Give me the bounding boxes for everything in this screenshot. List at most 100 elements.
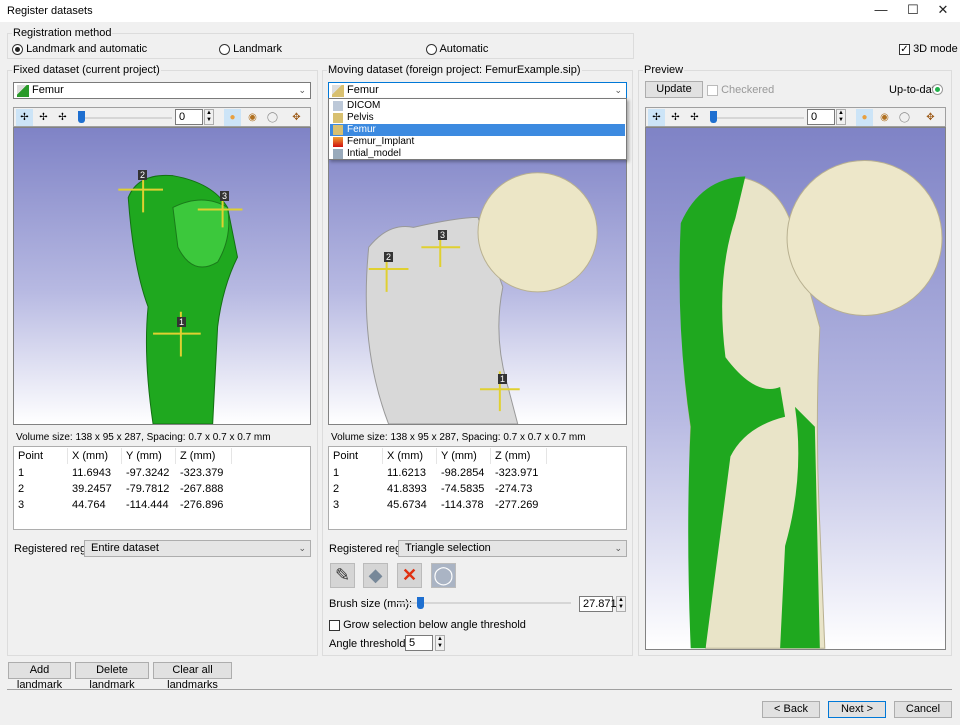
shading-points-icon[interactable]: ◉: [244, 109, 261, 126]
window-title: Register datasets: [7, 5, 93, 17]
delete-landmark-button[interactable]: Delete landmark: [75, 662, 149, 691]
table-cell: 41.8393: [387, 483, 427, 495]
preview-3d-view[interactable]: [645, 127, 946, 650]
table-cell: -277.269: [495, 499, 539, 511]
table-cell: 2: [18, 483, 25, 495]
table-cell: -114.444: [126, 499, 169, 511]
brush-size-slider[interactable]: [417, 597, 425, 609]
shading-wire-icon[interactable]: ◯: [264, 109, 281, 126]
clear-icon[interactable]: ✕: [397, 563, 422, 588]
landmark-label: 2: [138, 170, 148, 180]
add-landmark-button[interactable]: Add landmark: [8, 662, 71, 691]
table-cell: -79.7812: [126, 483, 170, 495]
slice-slider[interactable]: [710, 111, 717, 123]
angle-threshold-spinner[interactable]: ▲ ▼: [435, 635, 445, 651]
table-cell: -98.2854: [441, 467, 485, 479]
dropdown-item-pelvis[interactable]: Pelvis: [330, 112, 625, 124]
status-indicator-icon: [932, 84, 943, 95]
fixed-landmark-table[interactable]: Point X (mm) Y (mm) Z (mm) 1 11.6943 -97.3242…: [13, 446, 311, 530]
cancel-button[interactable]: Cancel: [894, 701, 952, 718]
table-cell: 44.764: [72, 499, 106, 511]
moving-dataset-combo[interactable]: Femur ⌄: [328, 82, 627, 99]
registration-method-label: Registration method: [12, 27, 113, 39]
shading-smooth-icon[interactable]: ●: [224, 109, 241, 126]
3d-mode-checkbox[interactable]: ✓ 3D mode: [899, 43, 958, 55]
update-button[interactable]: Update: [645, 81, 703, 98]
slice-input[interactable]: 0: [807, 109, 835, 125]
invert-icon[interactable]: ◯: [431, 563, 456, 588]
axis-yz-icon[interactable]: ✢: [667, 109, 684, 126]
shading-wire-icon[interactable]: ◯: [896, 109, 913, 126]
clear-landmarks-button[interactable]: Clear all landmarks: [153, 662, 232, 691]
moving-3d-view[interactable]: 2 3 1: [328, 127, 627, 425]
table-cell: 1: [18, 467, 25, 479]
dataset-icon: [332, 85, 344, 97]
moving-region-combo[interactable]: Triangle selection ⌄: [398, 540, 627, 557]
back-button[interactable]: < Back: [762, 701, 820, 718]
fixed-dataset-combo[interactable]: Femur ⌄: [13, 82, 311, 99]
table-cell: -323.379: [180, 467, 224, 479]
maximize-icon[interactable]: ☐: [898, 0, 928, 20]
fixed-view-toolbar: ✢ ✢ ✢ 0 ▲ ▼ ● ◉ ◯ ✥: [13, 107, 311, 127]
radio-automatic[interactable]: Automatic: [426, 43, 488, 55]
preview-view-toolbar: ✢ ✢ ✢ 0 ▲ ▼ ● ◉ ◯ ✥: [645, 107, 946, 127]
table-cell: 39.2457: [72, 483, 112, 495]
slice-slider[interactable]: [78, 111, 85, 123]
table-cell: 1: [333, 467, 340, 479]
landmark-label: 1: [177, 317, 187, 327]
brush-size-spinner[interactable]: ▲ ▼: [616, 596, 626, 612]
slice-spinner[interactable]: ▲ ▼: [836, 109, 846, 125]
radio-landmark[interactable]: Landmark: [219, 43, 282, 55]
table-cell: -97.3242: [126, 467, 170, 479]
angle-threshold-input[interactable]: 5: [405, 635, 433, 651]
minimize-icon[interactable]: —: [866, 0, 896, 20]
table-cell: -74.5835: [441, 483, 485, 495]
chevron-down-icon: ⌄: [298, 85, 306, 95]
mesh-icon: [333, 125, 343, 135]
fixed-dataset-title: Fixed dataset (current project): [12, 64, 161, 76]
reset-view-icon[interactable]: ✥: [922, 109, 939, 126]
mesh-icon: [333, 113, 343, 123]
grow-selection-checkbox[interactable]: Grow selection below angle threshold: [329, 619, 526, 631]
axis-xyz-icon[interactable]: ✢: [648, 109, 665, 126]
chevron-down-icon: ⌄: [614, 85, 622, 95]
dataset-icon: [17, 85, 29, 97]
fixed-volume-info: Volume size: 138 x 95 x 287, Spacing: 0.…: [16, 432, 271, 443]
dicom-icon: [333, 101, 343, 111]
landmark-label: 1: [498, 374, 508, 384]
reset-view-icon[interactable]: ✥: [288, 109, 305, 126]
landmark-label: 2: [384, 252, 394, 262]
moving-volume-info: Volume size: 138 x 95 x 287, Spacing: 0.…: [331, 432, 586, 443]
dropdown-item-femur-implant[interactable]: Femur_Implant: [330, 136, 625, 148]
table-cell: -274.73: [495, 483, 533, 495]
dropdown-item-dicom[interactable]: DICOM: [330, 100, 625, 112]
table-cell: 45.6734: [387, 499, 427, 511]
table-cell: 11.6943: [72, 467, 111, 479]
axis-xyz-icon[interactable]: ✢: [16, 109, 33, 126]
axis-xz-icon[interactable]: ✢: [54, 109, 71, 126]
next-button[interactable]: Next >: [828, 701, 886, 718]
brush-size-input[interactable]: 27.8715: [579, 596, 623, 612]
moving-dataset-title: Moving dataset (foreign project: FemurEx…: [327, 64, 582, 76]
fixed-3d-view[interactable]: 2 3 1: [13, 127, 311, 425]
brush-icon[interactable]: ✎: [330, 563, 355, 588]
checkered-checkbox[interactable]: Checkered: [707, 84, 774, 96]
slice-spinner[interactable]: ▲ ▼: [204, 109, 214, 125]
shading-smooth-icon[interactable]: ●: [856, 109, 873, 126]
chevron-down-icon: ⌄: [298, 543, 306, 553]
moving-landmark-table[interactable]: Point X (mm) Y (mm) Z (mm) 1 11.6213 -98.2854…: [328, 446, 627, 530]
axis-yz-icon[interactable]: ✢: [35, 109, 52, 126]
title-bar: Register datasets — ☐ ✕: [0, 0, 960, 22]
implant-icon: [333, 137, 343, 147]
eraser-icon[interactable]: ◆: [363, 563, 388, 588]
radio-landmark-automatic[interactable]: Landmark and automatic: [12, 43, 147, 55]
shading-points-icon[interactable]: ◉: [876, 109, 893, 126]
dropdown-item-initial-model[interactable]: Intial_model: [330, 148, 625, 160]
table-cell: 2: [333, 483, 340, 495]
close-icon[interactable]: ✕: [928, 0, 958, 20]
dropdown-item-femur[interactable]: Femur: [330, 124, 625, 136]
axis-xz-icon[interactable]: ✢: [686, 109, 703, 126]
fixed-region-combo[interactable]: Entire dataset ⌄: [84, 540, 311, 557]
slice-input[interactable]: 0: [175, 109, 203, 125]
table-cell: -323.971: [495, 467, 539, 479]
